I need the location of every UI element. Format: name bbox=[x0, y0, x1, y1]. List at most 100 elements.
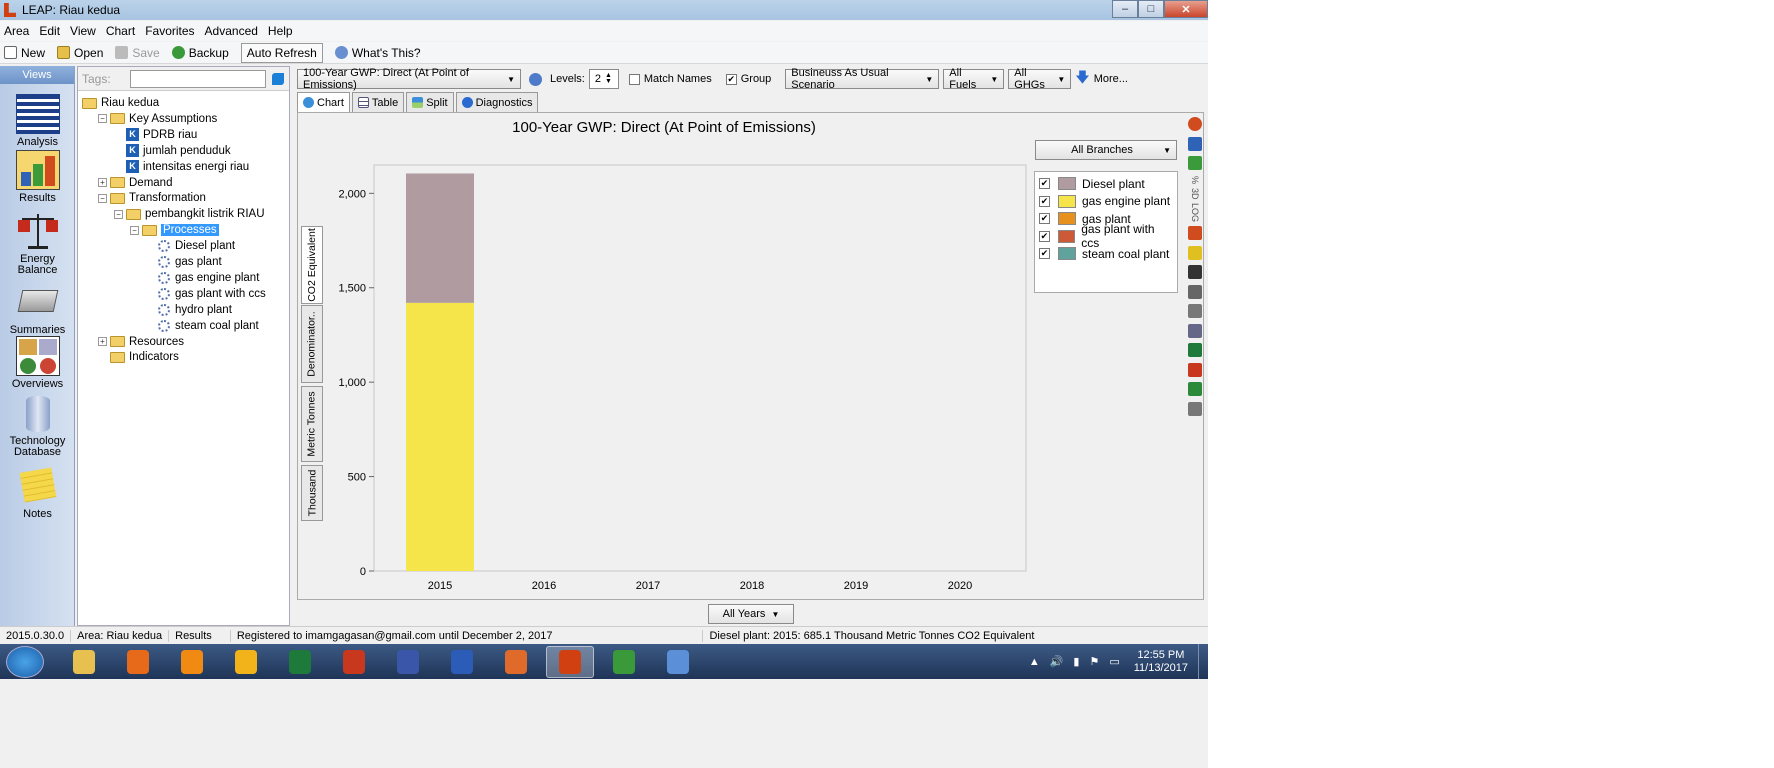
powerpoint-icon[interactable] bbox=[1188, 362, 1202, 377]
backup-button[interactable]: Backup bbox=[171, 46, 229, 60]
help-icon[interactable] bbox=[529, 72, 542, 86]
unit-tab-co2-equivalent[interactable]: CO2 Equivalent bbox=[301, 226, 323, 304]
tree-node[interactable]: Diesel plant bbox=[146, 238, 235, 254]
open-button[interactable]: Open bbox=[57, 46, 103, 60]
sum-icon[interactable]: % bbox=[1190, 176, 1200, 184]
tab-diagnostics[interactable]: Diagnostics bbox=[455, 92, 539, 112]
tags-input[interactable] bbox=[130, 69, 266, 88]
menu-advanced[interactable]: Advanced bbox=[205, 24, 258, 38]
more-button[interactable]: 🡇 More... bbox=[1075, 67, 1128, 91]
view-technology-database[interactable]: Technology Database bbox=[0, 394, 75, 458]
excel-icon[interactable] bbox=[1188, 343, 1202, 358]
file-explorer-icon[interactable] bbox=[60, 646, 108, 678]
match-names-checkbox[interactable]: Match Names bbox=[628, 73, 712, 85]
menu-edit[interactable]: Edit bbox=[39, 24, 60, 38]
legend-checkbox[interactable]: ✔ bbox=[1039, 248, 1050, 260]
view-notes[interactable]: Notes bbox=[0, 466, 75, 520]
view-analysis[interactable]: Analysis bbox=[0, 94, 75, 148]
group-checkbox[interactable]: ✔ Group bbox=[725, 73, 771, 85]
unit-tab-denominator[interactable]: Denominator.. bbox=[301, 305, 323, 383]
maximize-button[interactable]: □ bbox=[1138, 0, 1164, 18]
save-chart-icon[interactable] bbox=[1188, 382, 1202, 397]
menu-view[interactable]: View bbox=[70, 24, 96, 38]
close-button[interactable]: ✕ bbox=[1164, 0, 1208, 18]
tree-node[interactable]: Riau kedua bbox=[82, 95, 159, 111]
indicator-dropdown[interactable]: 100-Year GWP: Direct (At Point of Emissi… bbox=[297, 67, 521, 91]
bar-chart-icon[interactable] bbox=[1188, 136, 1202, 151]
firefox-icon[interactable] bbox=[114, 646, 162, 678]
clock[interactable]: 12:55 PM 11/13/2017 bbox=[1134, 649, 1188, 675]
color-palette-icon[interactable] bbox=[1188, 156, 1202, 170]
collapse-icon[interactable]: − bbox=[114, 209, 123, 219]
collapse-icon[interactable]: − bbox=[98, 114, 107, 124]
powerpoint-icon[interactable] bbox=[330, 646, 378, 678]
pie-chart-icon[interactable] bbox=[1188, 117, 1202, 131]
auto-refresh-button[interactable]: Auto Refresh bbox=[240, 42, 323, 63]
copy-icon[interactable] bbox=[1188, 323, 1202, 338]
tree-node[interactable]: − Key Assumptions bbox=[98, 111, 217, 127]
legend-item[interactable]: ✔ gas plant with ccs bbox=[1039, 222, 1173, 250]
print-icon[interactable] bbox=[1188, 304, 1202, 319]
media-player-icon[interactable] bbox=[222, 646, 270, 678]
ghgs-dropdown[interactable]: All GHGs ▼ bbox=[1008, 67, 1072, 91]
tree-node[interactable]: + Demand bbox=[98, 175, 172, 191]
menu-help[interactable]: Help bbox=[268, 24, 293, 38]
tree-node[interactable]: − pembangkit listrik RIAU bbox=[114, 206, 265, 222]
tree-node[interactable]: Kjumlah penduduk bbox=[114, 143, 231, 159]
font-icon[interactable] bbox=[1188, 265, 1202, 280]
legend-checkbox[interactable]: ✔ bbox=[1039, 213, 1050, 225]
visio-icon[interactable] bbox=[384, 646, 432, 678]
fuels-dropdown[interactable]: All Fuels ▼ bbox=[943, 67, 1005, 91]
tree-node[interactable]: gas plant with ccs bbox=[146, 286, 266, 302]
expand-icon[interactable]: + bbox=[98, 337, 107, 346]
tree-node[interactable]: K PDRB riau bbox=[114, 127, 197, 143]
tree-node[interactable]: − Transformation bbox=[98, 190, 206, 206]
tab-chart[interactable]: Chart bbox=[297, 92, 350, 112]
video-icon[interactable] bbox=[492, 646, 540, 678]
legend-item[interactable]: ✔ Diesel plant bbox=[1039, 175, 1173, 193]
view-results[interactable]: Results bbox=[0, 150, 75, 204]
tree-node[interactable]: Kintensitas energi riau bbox=[114, 159, 249, 175]
view-summaries[interactable]: Summaries bbox=[0, 282, 75, 336]
tab-split[interactable]: Split bbox=[406, 92, 454, 112]
picture-icon[interactable] bbox=[1188, 284, 1202, 299]
word-icon[interactable] bbox=[438, 646, 486, 678]
whats-this-button[interactable]: What's This? bbox=[334, 46, 421, 60]
tree-node[interactable]: − Processes bbox=[130, 222, 219, 238]
unit-tab-thousand[interactable]: Thousand bbox=[301, 465, 323, 521]
tree-node[interactable]: gas plant bbox=[146, 254, 222, 270]
paint-icon[interactable] bbox=[654, 646, 702, 678]
new-button[interactable]: New bbox=[4, 46, 45, 60]
vlc-icon[interactable] bbox=[168, 646, 216, 678]
expand-icon[interactable]: + bbox=[98, 178, 107, 187]
view-overviews[interactable]: Overviews bbox=[0, 336, 75, 390]
legend-item[interactable]: ✔ steam coal plant bbox=[1039, 245, 1173, 263]
scenario-dropdown[interactable]: Busineuss As Usual Scenario ▼ bbox=[785, 67, 940, 91]
tab-table[interactable]: Table bbox=[351, 92, 405, 112]
3d-icon[interactable]: 3D bbox=[1190, 188, 1200, 200]
menu-chart[interactable]: Chart bbox=[106, 24, 135, 38]
tree-node[interactable]: Indicators bbox=[98, 349, 179, 365]
unit-tab-metric-tonnes[interactable]: Metric Tonnes bbox=[301, 386, 323, 462]
tree-node[interactable]: + Resources bbox=[98, 334, 184, 350]
legend-checkbox[interactable]: ✔ bbox=[1039, 230, 1050, 242]
collapse-icon[interactable]: − bbox=[130, 225, 139, 235]
excel-icon[interactable] bbox=[276, 646, 324, 678]
legend-item[interactable]: ✔ gas engine plant bbox=[1039, 193, 1173, 211]
settings-icon[interactable] bbox=[1188, 401, 1202, 416]
menu-area[interactable]: Area bbox=[4, 24, 29, 38]
network-icon[interactable]: ▮ bbox=[1073, 655, 1079, 668]
grid-icon[interactable] bbox=[1188, 226, 1202, 241]
chrome-icon[interactable] bbox=[600, 646, 648, 678]
years-dropdown[interactable]: All Years ▼ bbox=[708, 604, 794, 624]
tree-node[interactable]: hydro plant bbox=[146, 302, 232, 318]
menu-favorites[interactable]: Favorites bbox=[145, 24, 194, 38]
leap-icon[interactable] bbox=[546, 645, 594, 678]
save-button[interactable]: Save bbox=[115, 46, 160, 60]
log-icon[interactable]: LOG bbox=[1190, 203, 1200, 222]
legend-checkbox[interactable]: ✔ bbox=[1039, 195, 1050, 207]
action-center-icon[interactable]: ⚑ bbox=[1089, 655, 1099, 668]
volume-icon[interactable]: 🔊 bbox=[1050, 655, 1064, 668]
tree-node[interactable]: steam coal plant bbox=[146, 318, 259, 334]
number-format-icon[interactable] bbox=[1188, 245, 1202, 260]
